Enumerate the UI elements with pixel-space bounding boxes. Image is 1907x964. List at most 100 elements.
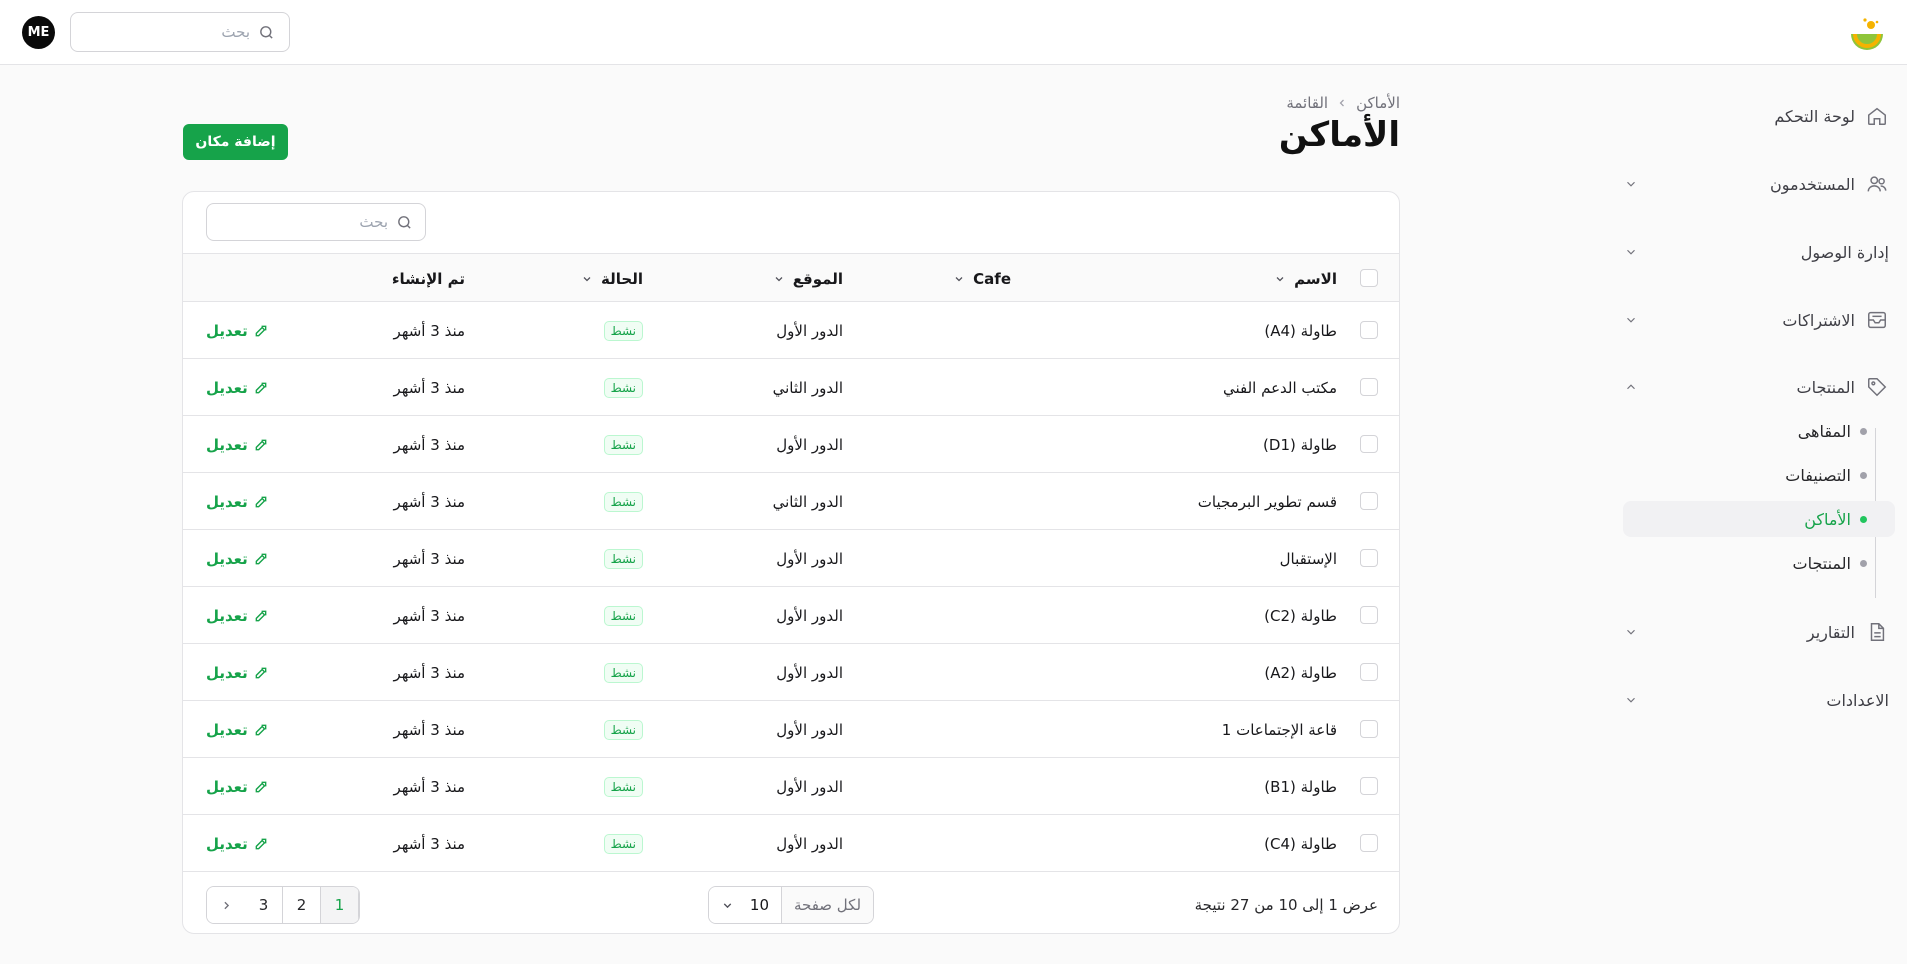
cell-created: منذ 3 أشهر xyxy=(393,378,465,397)
table-row: قاعة الإجتماعات 1 الدور الأول نشط منذ 3 … xyxy=(183,701,1399,758)
column-header-name[interactable]: الاسم xyxy=(1274,254,1337,303)
breadcrumb-item-places[interactable]: الأماكن xyxy=(1356,94,1400,112)
cell-actions: تعديل xyxy=(206,473,268,530)
chevron-down-icon xyxy=(1623,176,1639,192)
chevron-right-icon xyxy=(220,899,233,912)
chevron-down-icon xyxy=(581,273,593,285)
edit-label: تعديل xyxy=(206,777,248,796)
column-header-created[interactable]: تم الإنشاء xyxy=(392,254,465,303)
column-header-status[interactable]: الحالة xyxy=(581,254,643,303)
edit-link[interactable]: تعديل xyxy=(206,835,268,853)
cell-status: نشط xyxy=(603,758,643,815)
per-page-value: 10 xyxy=(749,896,769,914)
cell-created: منذ 3 أشهر xyxy=(393,663,465,682)
page-button-2[interactable]: 2 xyxy=(283,887,321,923)
sidebar-subitem-label: المقاهى xyxy=(1797,421,1851,441)
cell-created: منذ 3 أشهر xyxy=(393,435,465,454)
sidebar-item-dashboard[interactable]: لوحة التحكم xyxy=(1617,98,1889,134)
edit-link[interactable]: تعديل xyxy=(206,607,268,625)
page-button-3[interactable]: 3 xyxy=(245,887,283,923)
edit-link[interactable]: تعديل xyxy=(206,550,268,568)
cell-name: طاولة (C2) xyxy=(1264,606,1337,625)
row-checkbox[interactable] xyxy=(1360,606,1378,624)
select-all-checkbox[interactable] xyxy=(1360,269,1378,287)
sidebar-subitem-places[interactable]: الأماكن xyxy=(1623,501,1895,537)
sidebar-subitem-label: التصنيفات xyxy=(1785,465,1851,485)
row-checkbox[interactable] xyxy=(1360,321,1378,339)
edit-link[interactable]: تعديل xyxy=(206,664,268,682)
table-search[interactable] xyxy=(206,203,426,241)
sidebar-item-users[interactable]: المستخدمون xyxy=(1617,166,1889,202)
table-row: طاولة (A2) الدور الأول نشط منذ 3 أشهر تع… xyxy=(183,644,1399,701)
cell-status: نشط xyxy=(603,644,643,701)
cell-actions: تعديل xyxy=(206,530,268,587)
table-row: الإستقبال الدور الأول نشط منذ 3 أشهر تعد… xyxy=(183,530,1399,587)
row-checkbox[interactable] xyxy=(1360,378,1378,396)
row-checkbox[interactable] xyxy=(1360,549,1378,567)
next-page-button[interactable] xyxy=(207,887,245,923)
sidebar-item-products[interactable]: المنتجات xyxy=(1617,369,1889,405)
column-header-label: تم الإنشاء xyxy=(391,269,465,288)
cell-status: نشط xyxy=(603,701,643,758)
home-icon xyxy=(1865,104,1889,128)
edit-icon xyxy=(254,495,268,509)
edit-link[interactable]: تعديل xyxy=(206,493,268,511)
table-row: طاولة (A4) الدور الأول نشط منذ 3 أشهر تع… xyxy=(183,302,1399,359)
cell-actions: تعديل xyxy=(206,587,268,644)
sidebar-subitem-label: المنتجات xyxy=(1792,553,1852,573)
edit-label: تعديل xyxy=(206,720,248,739)
sidebar-subitem-categories[interactable]: التصنيفات xyxy=(1623,457,1895,493)
avatar[interactable]: ME xyxy=(22,16,55,49)
cell-name: مكتب الدعم الفني xyxy=(1222,378,1337,397)
cell-status: نشط xyxy=(603,587,643,644)
row-checkbox[interactable] xyxy=(1360,492,1378,510)
table-row: مكتب الدعم الفني الدور الثاني نشط منذ 3 … xyxy=(183,359,1399,416)
sidebar-item-settings[interactable]: الاعدادات xyxy=(1617,682,1889,718)
page-title: الأماكن xyxy=(1278,115,1400,155)
edit-icon xyxy=(254,381,268,395)
row-checkbox[interactable] xyxy=(1360,834,1378,852)
cell-location: الدور الأول xyxy=(776,321,843,340)
row-checkbox[interactable] xyxy=(1360,720,1378,738)
edit-link[interactable]: تعديل xyxy=(206,436,268,454)
table-header: الاسم Cafe الموقع الحالة تم الإنشاء xyxy=(183,253,1399,303)
cell-name: طاولة (A2) xyxy=(1264,663,1337,682)
row-checkbox[interactable] xyxy=(1360,663,1378,681)
edit-link[interactable]: تعديل xyxy=(206,322,268,340)
per-page-select[interactable]: 10 xyxy=(709,887,781,923)
add-place-button[interactable]: إضافة مكان xyxy=(183,124,288,160)
search-icon xyxy=(258,24,275,41)
page-button-1[interactable]: 1 xyxy=(321,887,359,923)
row-checkbox[interactable] xyxy=(1360,435,1378,453)
edit-icon xyxy=(254,609,268,623)
edit-label: تعديل xyxy=(206,492,248,511)
status-badge: نشط xyxy=(603,719,643,740)
edit-link[interactable]: تعديل xyxy=(206,721,268,739)
column-header-location[interactable]: الموقع xyxy=(773,254,843,303)
per-page-control[interactable]: لكل صفحة 10 xyxy=(708,886,874,924)
edit-label: تعديل xyxy=(206,663,248,682)
column-header-label: الاسم xyxy=(1294,269,1337,288)
chevron-down-icon xyxy=(953,273,965,285)
edit-icon xyxy=(254,723,268,737)
sidebar-item-reports[interactable]: التقارير xyxy=(1617,614,1889,650)
row-checkbox[interactable] xyxy=(1360,777,1378,795)
sidebar-subitem-products[interactable]: المنتجات xyxy=(1623,545,1895,581)
global-search-input[interactable] xyxy=(110,23,250,41)
table-search-input[interactable] xyxy=(248,213,388,231)
cell-status: نشط xyxy=(603,302,643,359)
cell-actions: تعديل xyxy=(206,416,268,473)
results-summary: عرض 1 إلى 10 من 27 نتيجة xyxy=(1194,895,1378,914)
column-header-cafe[interactable]: Cafe xyxy=(953,254,1011,303)
edit-label: تعديل xyxy=(206,321,248,340)
sidebar-subitem-cafes[interactable]: المقاهى xyxy=(1623,413,1895,449)
status-badge: نشط xyxy=(603,491,643,512)
app-logo[interactable] xyxy=(1847,14,1887,54)
sidebar-item-access-management[interactable]: إدارة الوصول xyxy=(1617,234,1889,270)
cell-status: نشط xyxy=(603,815,643,872)
edit-link[interactable]: تعديل xyxy=(206,379,268,397)
edit-link[interactable]: تعديل xyxy=(206,778,268,796)
global-search[interactable] xyxy=(70,12,290,52)
cell-status: نشط xyxy=(603,473,643,530)
sidebar-item-subscriptions[interactable]: الاشتراكات xyxy=(1617,302,1889,338)
